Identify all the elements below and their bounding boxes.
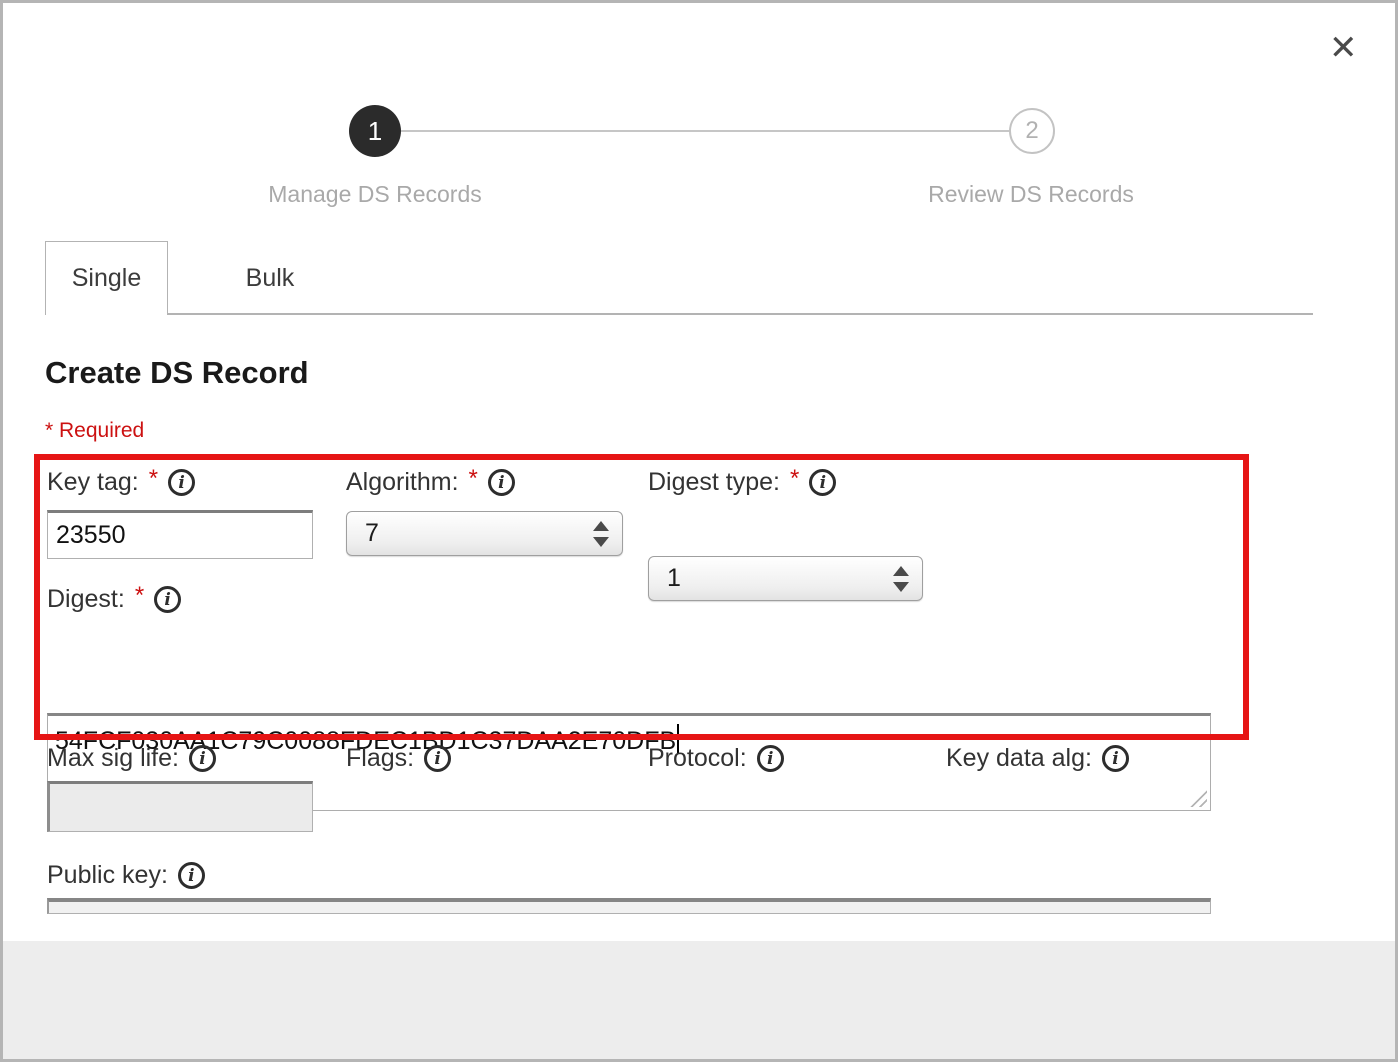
algorithm-label-row: Algorithm: * i <box>346 468 515 497</box>
protocol-label-row: Protocol: i <box>648 744 784 773</box>
info-icon[interactable]: i <box>424 745 451 772</box>
info-icon[interactable]: i <box>178 862 205 889</box>
digest-type-label: Digest type: <box>648 468 780 497</box>
tab-bulk-label: Bulk <box>246 264 295 293</box>
key-tag-label: Key tag: <box>47 468 139 497</box>
key-tag-value: 23550 <box>56 521 126 550</box>
algorithm-label: Algorithm: <box>346 468 459 497</box>
info-icon[interactable]: i <box>168 469 195 496</box>
algorithm-select[interactable]: 7 <box>346 511 623 556</box>
key-tag-label-row: Key tag: * i <box>47 468 195 497</box>
public-key-label-row: Public key: i <box>47 861 205 890</box>
resize-handle-icon[interactable] <box>1188 788 1207 807</box>
create-ds-record-dialog: ✕ 1 2 Manage DS Records Review DS Record… <box>0 0 1398 1062</box>
info-icon[interactable]: i <box>809 469 836 496</box>
public-key-textarea[interactable] <box>47 898 1211 914</box>
digest-label-row: Digest: * i <box>47 585 181 614</box>
tab-single-label: Single <box>72 264 142 293</box>
tab-bulk[interactable]: Bulk <box>191 241 349 315</box>
max-sig-life-label: Max sig life: <box>47 744 179 773</box>
dialog-footer: Cancel Back Next <box>3 941 1395 1059</box>
digest-type-label-row: Digest type: * i <box>648 468 836 497</box>
info-icon[interactable]: i <box>757 745 784 772</box>
stepper-step-1-number: 1 <box>368 116 382 147</box>
stepper-step-1-label: Manage DS Records <box>245 181 505 208</box>
required-asterisk: * <box>149 465 158 493</box>
tab-bar: Single Bulk <box>45 241 1313 315</box>
required-asterisk: * <box>469 465 478 493</box>
info-icon[interactable]: i <box>189 745 216 772</box>
page-title: Create DS Record <box>45 355 309 391</box>
select-arrows-icon <box>593 521 609 547</box>
close-icon[interactable]: ✕ <box>1329 31 1358 65</box>
key-data-alg-label: Key data alg: <box>946 744 1092 773</box>
public-key-label: Public key: <box>47 861 168 890</box>
digest-type-value: 1 <box>667 564 681 593</box>
flags-label: Flags: <box>346 744 414 773</box>
required-note: * Required <box>45 419 144 443</box>
select-arrows-icon <box>893 566 909 592</box>
required-asterisk: * <box>790 465 799 493</box>
max-sig-life-input[interactable] <box>47 781 313 832</box>
stepper-step-2-number: 2 <box>1025 117 1038 145</box>
info-icon[interactable]: i <box>154 586 181 613</box>
stepper-step-2-label: Review DS Records <box>901 181 1161 208</box>
info-icon[interactable]: i <box>488 469 515 496</box>
required-asterisk: * <box>135 582 144 610</box>
stepper-connector-line <box>399 130 1011 132</box>
info-icon[interactable]: i <box>1102 745 1129 772</box>
key-tag-input[interactable]: 23550 <box>47 510 313 559</box>
digest-label: Digest: <box>47 585 125 614</box>
key-data-alg-label-row: Key data alg: i <box>946 744 1129 773</box>
stepper-step-2: 2 <box>1009 108 1055 154</box>
tab-single[interactable]: Single <box>45 241 168 315</box>
algorithm-value: 7 <box>365 519 379 548</box>
highlight-rectangle <box>34 454 1249 740</box>
flags-label-row: Flags: i <box>346 744 451 773</box>
max-sig-life-label-row: Max sig life: i <box>47 744 216 773</box>
stepper-step-1: 1 <box>349 105 401 157</box>
digest-type-select[interactable]: 1 <box>648 556 923 601</box>
protocol-label: Protocol: <box>648 744 747 773</box>
